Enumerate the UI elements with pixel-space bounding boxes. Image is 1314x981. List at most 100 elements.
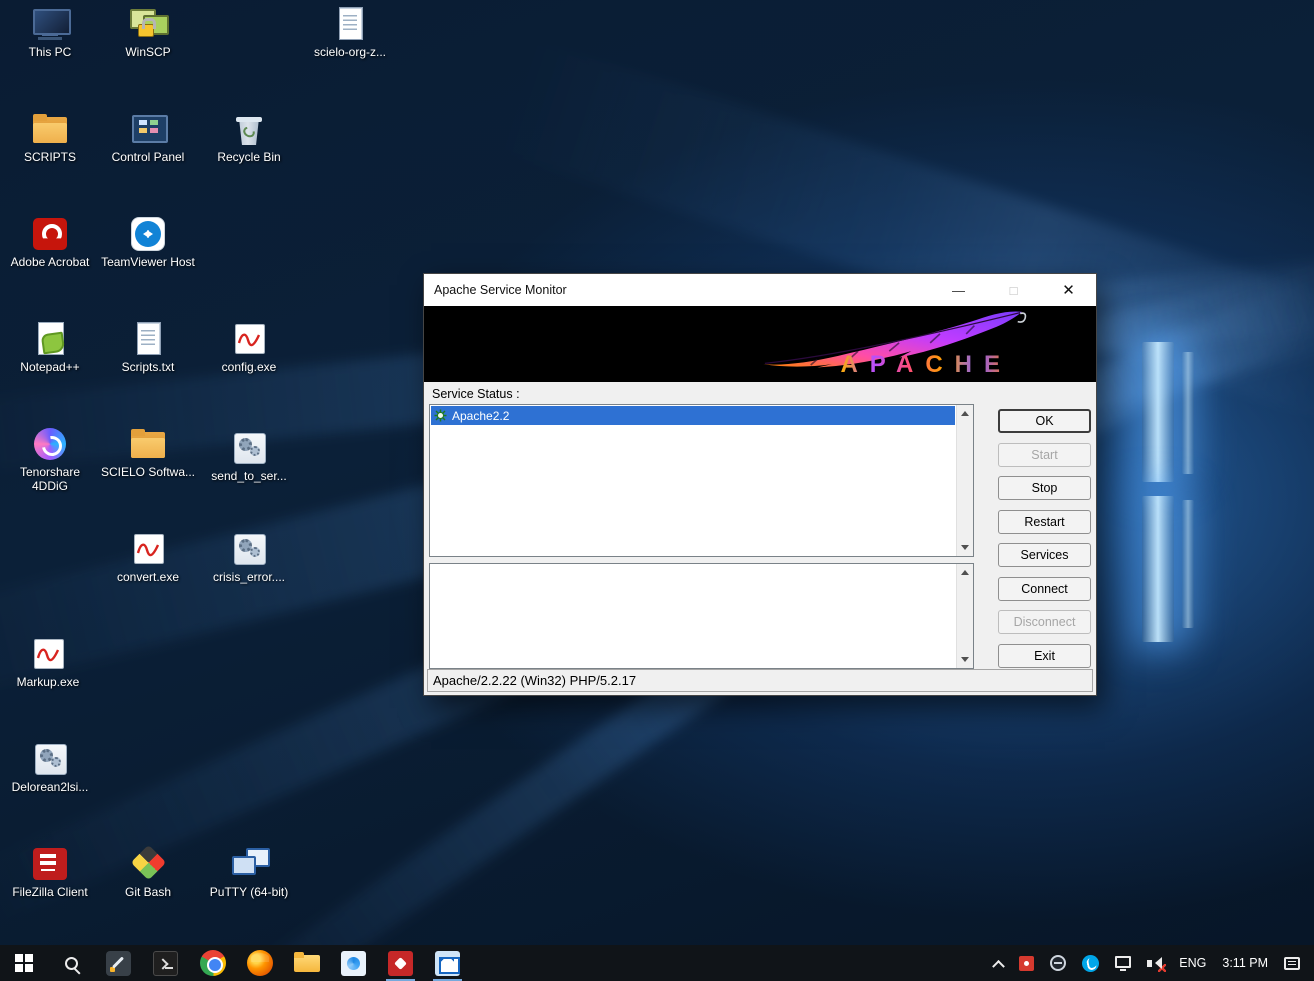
desktop-icon-delorean2lsi[interactable]: Delorean2lsi... bbox=[2, 741, 98, 794]
desktop-icon-scielo-org-zip[interactable]: scielo-org-z... bbox=[302, 6, 398, 59]
language-indicator[interactable]: ENG bbox=[1171, 945, 1214, 981]
desktop-icon-scripts-folder[interactable]: SCRIPTS bbox=[2, 111, 98, 164]
desktop-icon-tenorshare-4ddig[interactable]: Tenorshare 4DDiG bbox=[2, 426, 98, 493]
apache-banner: APACHE bbox=[424, 306, 1096, 382]
desktop-icon-scielo-software-folder[interactable]: SCIELO Softwa... bbox=[100, 426, 196, 479]
tray-icon-skype[interactable] bbox=[1074, 945, 1107, 981]
scielo-app-icon bbox=[229, 321, 269, 357]
tray-icon-dark-app[interactable] bbox=[1042, 945, 1074, 981]
desktop-icon-filezilla[interactable]: FileZilla Client bbox=[2, 846, 98, 899]
connect-button[interactable]: Connect bbox=[998, 577, 1091, 601]
taskbar: ENG 3:11 PM bbox=[0, 945, 1314, 981]
desktop-icon-label: SCIELO Softwa... bbox=[100, 465, 196, 479]
desktop-icon-label: Control Panel bbox=[100, 150, 196, 164]
window-app-icon bbox=[435, 951, 460, 976]
filezilla-icon bbox=[30, 846, 70, 882]
notepad-plus-plus-icon bbox=[30, 321, 70, 357]
desktop-icon-adobe-acrobat[interactable]: Adobe Acrobat bbox=[2, 216, 98, 269]
disconnect-button[interactable]: Disconnect bbox=[998, 610, 1091, 634]
photos-app-icon bbox=[341, 951, 366, 976]
desktop-icon-git-bash[interactable]: Git Bash bbox=[100, 846, 196, 899]
taskbar-app-chrome[interactable] bbox=[189, 945, 236, 981]
taskbar-app-photos[interactable] bbox=[330, 945, 377, 981]
taskbar-app-sticky-notes[interactable] bbox=[95, 945, 142, 981]
window-caption-buttons: — □ ✕ bbox=[931, 274, 1096, 306]
desktop-icon-label: Markup.exe bbox=[0, 675, 96, 689]
installer-gear-icon bbox=[30, 741, 70, 777]
scroll-up-icon[interactable] bbox=[957, 405, 973, 422]
service-list-scrollbar[interactable] bbox=[956, 405, 973, 556]
taskbar-app-command-prompt[interactable] bbox=[142, 945, 189, 981]
control-panel-icon bbox=[128, 111, 168, 147]
window-titlebar[interactable]: Apache Service Monitor — □ ✕ bbox=[424, 274, 1096, 306]
desktop-icon-send-to-server[interactable]: send_to_ser... bbox=[201, 430, 297, 483]
desktop-icon-label: Scripts.txt bbox=[100, 360, 196, 374]
desktop-icon-crisis-error[interactable]: crisis_error.... bbox=[201, 531, 297, 584]
desktop-icon-putty[interactable]: PuTTY (64-bit) bbox=[201, 846, 297, 899]
services-button[interactable]: Services bbox=[998, 543, 1091, 567]
running-service-icon bbox=[434, 409, 447, 422]
desktop-icon-convert-exe[interactable]: convert.exe bbox=[100, 531, 196, 584]
teamviewer-icon bbox=[128, 216, 168, 252]
taskbar-app-apache-monitor[interactable] bbox=[424, 945, 471, 981]
statusbar-text: Apache/2.2.22 (Win32) PHP/5.2.17 bbox=[433, 673, 636, 688]
action-center-button[interactable] bbox=[1276, 945, 1308, 981]
desktop-icon-label: scielo-org-z... bbox=[302, 45, 398, 59]
desktop-icon-teamviewer-host[interactable]: TeamViewer Host bbox=[100, 216, 196, 269]
start-button[interactable] bbox=[0, 945, 48, 981]
desktop-icon-scripts-txt[interactable]: Scripts.txt bbox=[100, 321, 196, 374]
status-log-list[interactable] bbox=[429, 563, 974, 669]
desktop-icon-markup-exe[interactable]: Markup.exe bbox=[0, 636, 96, 689]
restart-button[interactable]: Restart bbox=[998, 510, 1091, 534]
tray-icon-network[interactable] bbox=[1107, 945, 1139, 981]
taskbar-clock[interactable]: 3:11 PM bbox=[1214, 945, 1276, 981]
desktop-icon-config-exe[interactable]: config.exe bbox=[201, 321, 297, 374]
service-list-item-apache22[interactable]: Apache2.2 bbox=[431, 406, 955, 425]
red-tray-icon bbox=[1019, 956, 1034, 971]
winscp-icon bbox=[128, 6, 168, 42]
desktop-icon-label: crisis_error.... bbox=[201, 570, 297, 584]
window-light-panel bbox=[1182, 352, 1194, 474]
service-status-list[interactable]: Apache2.2 bbox=[429, 404, 974, 557]
desktop-icon-recycle-bin[interactable]: Recycle Bin bbox=[201, 111, 297, 164]
document-icon bbox=[330, 6, 370, 42]
desktop-icon-this-pc[interactable]: This PC bbox=[2, 6, 98, 59]
log-list-scrollbar[interactable] bbox=[956, 564, 973, 668]
tray-icon-red-app[interactable] bbox=[1011, 945, 1042, 981]
desktop-icon-label: SCRIPTS bbox=[2, 150, 98, 164]
scroll-down-icon[interactable] bbox=[957, 651, 973, 668]
ok-button[interactable]: OK bbox=[998, 409, 1091, 433]
desktop-icon-winscp[interactable]: WinSCP bbox=[100, 6, 196, 59]
dark-circle-tray-icon bbox=[1050, 955, 1066, 971]
maximize-icon[interactable]: □ bbox=[986, 274, 1041, 306]
tray-icon-volume[interactable] bbox=[1139, 945, 1171, 981]
desktop-icon-control-panel[interactable]: Control Panel bbox=[100, 111, 196, 164]
window-light-panel bbox=[1142, 342, 1174, 482]
exit-button[interactable]: Exit bbox=[998, 644, 1091, 668]
scroll-up-icon[interactable] bbox=[957, 564, 973, 581]
desktop-icon-label: config.exe bbox=[201, 360, 297, 374]
apache-service-monitor-window: Apache Service Monitor — □ ✕ bbox=[423, 273, 1097, 696]
taskbar-app-red[interactable] bbox=[377, 945, 424, 981]
network-icon bbox=[1115, 956, 1131, 968]
terminal-icon bbox=[153, 951, 178, 976]
desktop-icon-notepad-plus-plus[interactable]: Notepad++ bbox=[2, 321, 98, 374]
installer-gear-icon bbox=[229, 430, 269, 466]
stop-button[interactable]: Stop bbox=[998, 476, 1091, 500]
window-statusbar: Apache/2.2.22 (Win32) PHP/5.2.17 bbox=[427, 669, 1093, 692]
hidden-icons-button[interactable] bbox=[986, 945, 1011, 981]
taskbar-app-firefox[interactable] bbox=[236, 945, 283, 981]
search-icon bbox=[65, 957, 78, 970]
taskbar-search-button[interactable] bbox=[48, 945, 95, 981]
taskbar-app-file-explorer[interactable] bbox=[283, 945, 330, 981]
windows-logo-icon bbox=[15, 954, 33, 972]
close-icon[interactable]: ✕ bbox=[1041, 274, 1096, 306]
desktop-icon-label: Recycle Bin bbox=[201, 150, 297, 164]
scielo-app-icon bbox=[28, 636, 68, 672]
desktop-icon-label: This PC bbox=[2, 45, 98, 59]
folder-icon bbox=[30, 111, 70, 147]
scroll-down-icon[interactable] bbox=[957, 539, 973, 556]
start-button[interactable]: Start bbox=[998, 443, 1091, 467]
action-center-icon bbox=[1284, 957, 1300, 970]
minimize-icon[interactable]: — bbox=[931, 274, 986, 306]
